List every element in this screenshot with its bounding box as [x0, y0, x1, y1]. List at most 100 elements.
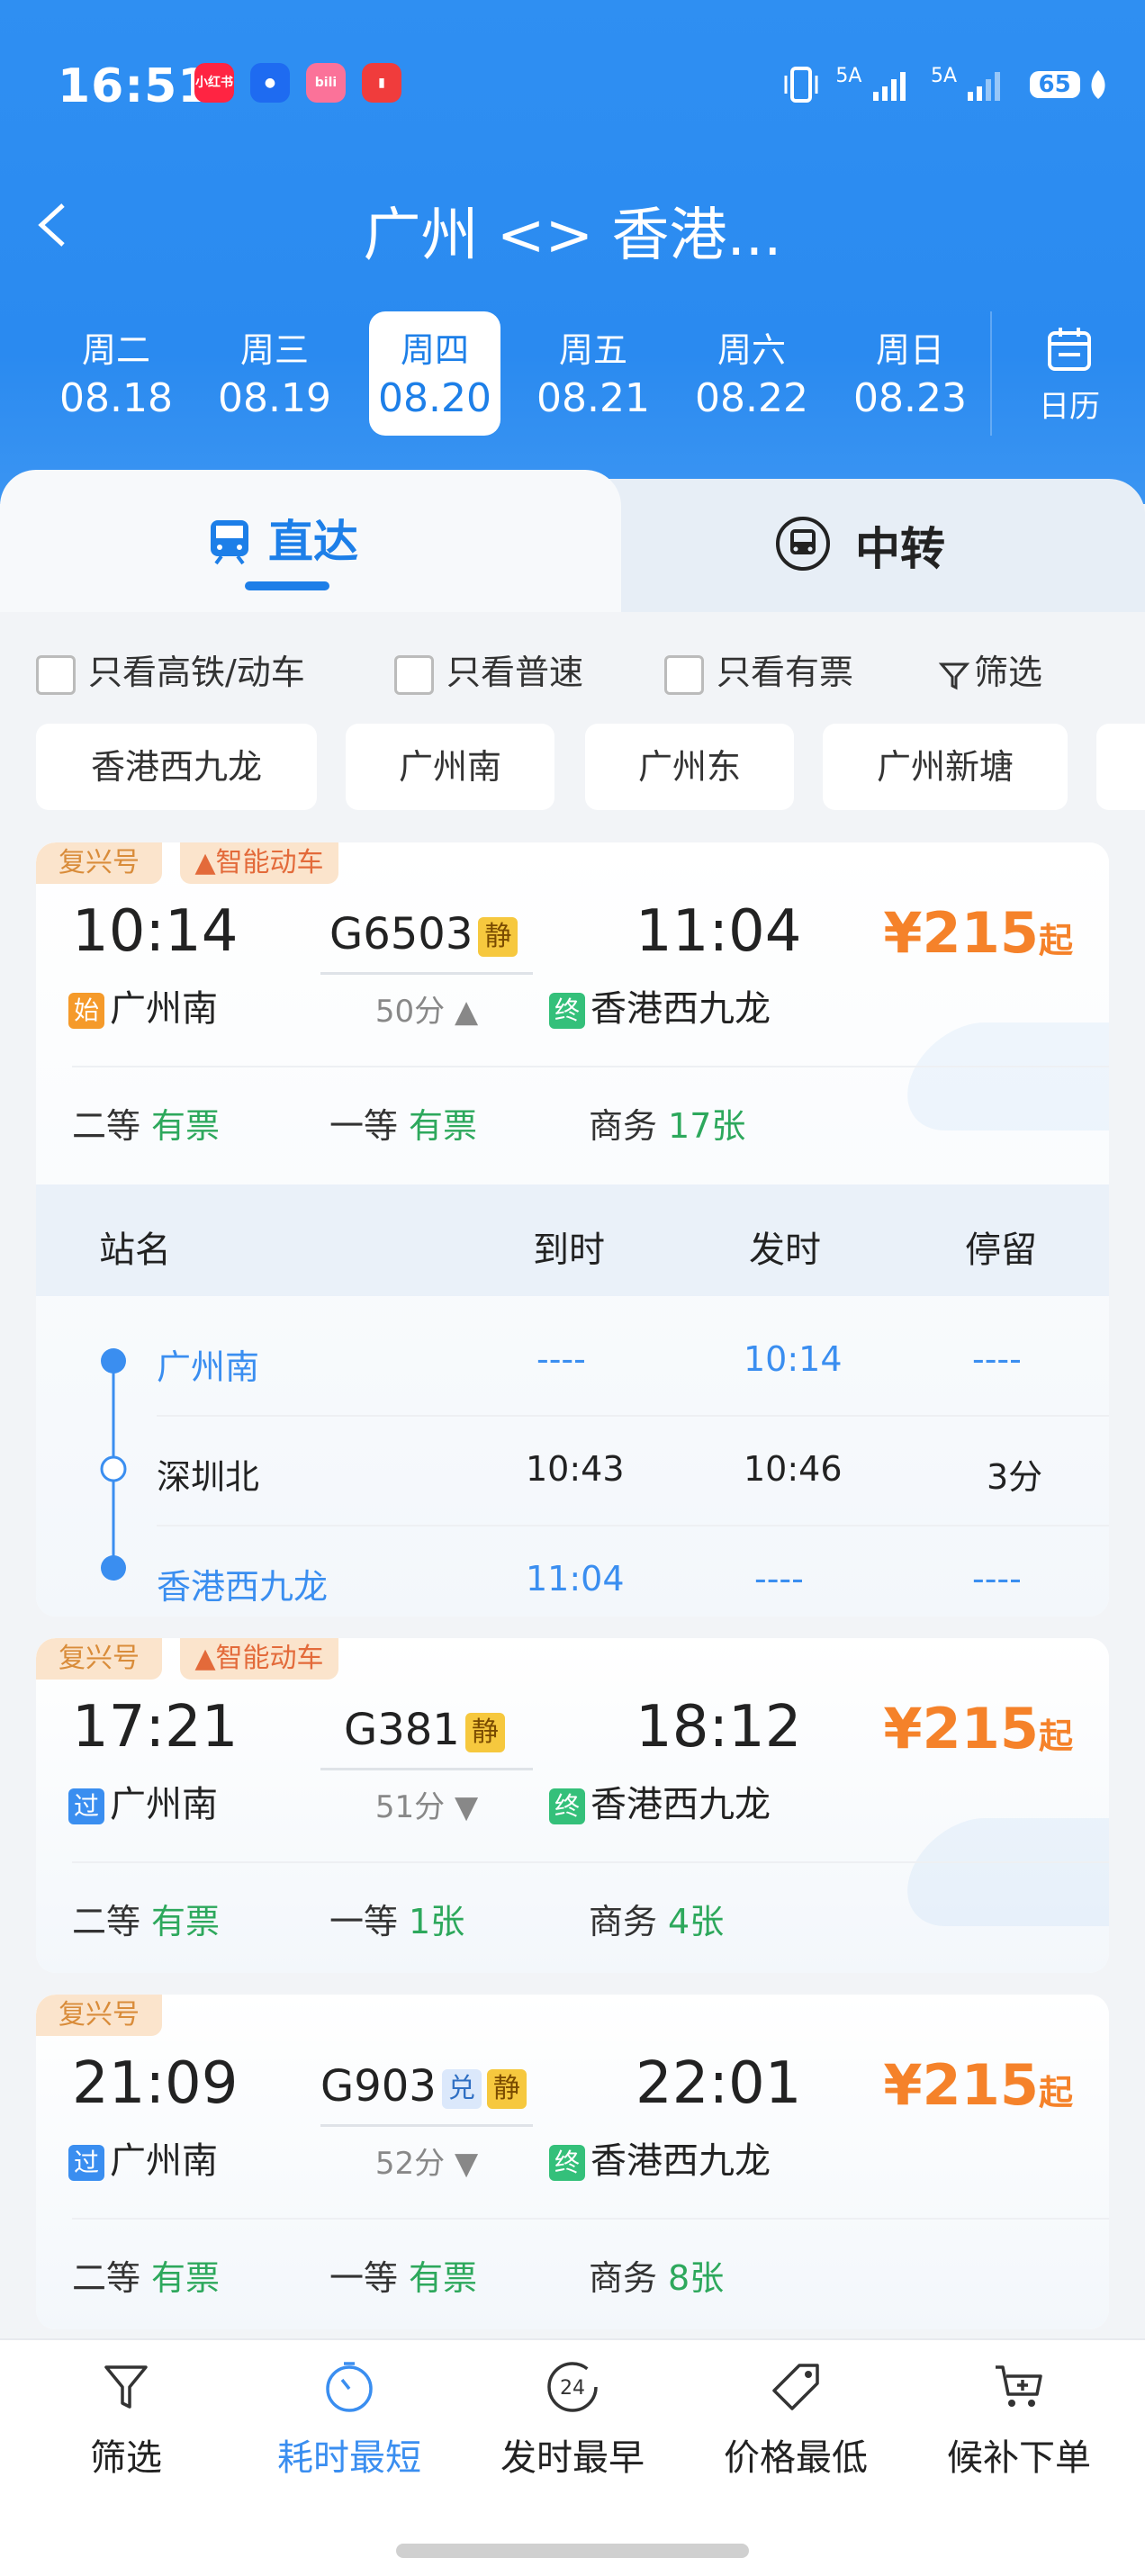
station-chip[interactable]: 广州南	[346, 724, 554, 810]
status-bar: 16:51 小红书 ● bili ▮ 5A 5A 65	[0, 54, 1145, 119]
pass-marker: 过	[68, 2145, 104, 2181]
date-item-selected[interactable]: 周四 08.20	[369, 311, 500, 436]
station-chip-overflow[interactable]	[1096, 724, 1145, 810]
train-number-text: G903	[320, 2061, 437, 2112]
station-chip[interactable]: 广州东	[585, 724, 794, 810]
filter-link[interactable]: 筛选	[938, 644, 1042, 692]
sort-shortest-button[interactable]: 耗时最短	[250, 2358, 448, 2481]
duration-toggle[interactable]: 50分 ▲	[320, 986, 533, 1031]
duration-line	[320, 1768, 533, 1770]
date-day: 08.22	[695, 375, 808, 421]
sort-filter-button[interactable]: 筛选	[27, 2358, 225, 2481]
quiet-badge: 静	[478, 917, 518, 957]
stop-stay: 3分	[987, 1457, 1043, 1497]
station-chip[interactable]: 广州新塘	[823, 724, 1068, 810]
arrival-time: 18:12	[636, 1694, 802, 1761]
status-time: 16:51	[58, 59, 212, 113]
date-day: 08.20	[378, 375, 491, 421]
date-item[interactable]: 周六 08.22	[686, 311, 817, 436]
col-departure: 发时	[749, 1229, 821, 1271]
tab-transfer-label: 中转	[855, 523, 945, 575]
checkbox-available[interactable]: 只看有票	[664, 644, 853, 695]
price-value: ¥215	[883, 1696, 1039, 1761]
bottom-sort-bar: 筛选 耗时最短 24 发时最早 价格最低 候补下单	[0, 2338, 1145, 2576]
train-card[interactable]: 复兴号 ▲智能动车 17:21 G381 静 51分 ▼ 18:12 ¥215起 …	[36, 1638, 1109, 1973]
duration-text: 50分	[374, 994, 446, 1030]
origin-station-name: 广州南	[110, 988, 218, 1030]
train-card[interactable]: 复兴号 ▲智能动车 10:14 G6503 静 50分 ▲ 11:04 ¥215起…	[36, 842, 1109, 1617]
checkbox-box[interactable]	[664, 654, 704, 695]
date-weekday: 周三	[239, 330, 309, 370]
transfer-bus-icon	[776, 517, 830, 571]
seat-business: 商务 8张	[589, 2250, 724, 2300]
filter-icon	[104, 2365, 148, 2409]
date-item[interactable]: 周五 08.21	[527, 311, 659, 436]
stop-stay: ----	[972, 1559, 1022, 1599]
station-chip[interactable]: 香港西九龙	[36, 724, 317, 810]
checkbox-box[interactable]	[394, 654, 434, 695]
tab-direct-label: 直达	[268, 516, 358, 568]
calendar-label: 日历	[1039, 389, 1100, 425]
origin-station: 过广州南	[68, 1775, 218, 1827]
network-type-2: 5A	[930, 65, 958, 87]
destination-station-name: 香港西九龙	[591, 2140, 771, 2182]
checkbox-box[interactable]	[36, 654, 76, 695]
date-item[interactable]: 周日 08.23	[844, 311, 976, 436]
header-bar: 16:51 小红书 ● bili ▮ 5A 5A 65 广州 <> 香港... …	[0, 0, 1145, 504]
destination-station: 终香港西九龙	[549, 2131, 771, 2184]
calendar-button[interactable]: 日历	[990, 311, 1145, 436]
stops-header: 站名 到时 发时 停留	[36, 1184, 1109, 1296]
origin-station-name: 广州南	[110, 2140, 218, 2182]
train-card[interactable]: 复兴号 21:09 G903 兑静 52分 ▼ 22:01 ¥215起 过广州南 …	[36, 1995, 1109, 2329]
seat-class: 商务	[589, 1106, 658, 1146]
origin-station-name: 广州南	[110, 1784, 218, 1825]
seat-class: 商务	[589, 2258, 658, 2298]
seat-availability: 1张	[409, 1902, 465, 1941]
departure-time: 21:09	[72, 2050, 239, 2117]
sort-cheapest-button[interactable]: 价格最低	[697, 2358, 895, 2481]
date-item[interactable]: 周三 08.19	[209, 311, 340, 436]
arrival-time: 11:04	[636, 898, 802, 965]
waitlist-button[interactable]: 候补下单	[920, 2358, 1118, 2481]
tab-transfer[interactable]: 中转	[576, 479, 1145, 614]
train-number-text: G381	[344, 1705, 460, 1755]
tab-direct[interactable]: 直达	[0, 470, 621, 614]
station-chips: 香港西九龙 广州南 广州东 广州新塘	[0, 724, 1145, 814]
seat-second: 二等 有票	[72, 2250, 220, 2300]
date-day: 08.21	[536, 375, 650, 421]
destination-station: 终香港西九龙	[549, 979, 771, 1031]
date-weekday: 周日	[875, 330, 944, 370]
seat-availability: 有票	[151, 1902, 221, 1941]
duration-toggle[interactable]: 51分 ▼	[320, 1782, 533, 1826]
page-title[interactable]: 广州 <> 香港...	[0, 189, 1145, 272]
date-weekday: 周四	[400, 330, 469, 370]
tag-smart-emu-label: 智能动车	[215, 1643, 324, 1674]
destination-station-name: 香港西九龙	[591, 988, 771, 1030]
duration-toggle[interactable]: 52分 ▼	[320, 2139, 533, 2183]
checkbox-normal[interactable]: 只看普速	[394, 644, 583, 695]
date-weekday: 周二	[81, 330, 150, 370]
col-arrival: 到时	[533, 1229, 605, 1271]
leaf-icon	[1091, 70, 1105, 99]
home-indicator[interactable]	[396, 2544, 749, 2558]
checkbox-high-speed[interactable]: 只看高铁/动车	[36, 644, 305, 695]
filter-icon	[938, 662, 970, 689]
seat-first: 一等 有票	[329, 1098, 477, 1148]
origin-station: 始广州南	[68, 979, 218, 1031]
stop-departure: 10:14	[744, 1339, 843, 1379]
checkbox-label: 只看高铁/动车	[88, 653, 305, 692]
date-item[interactable]: 周二 08.18	[50, 311, 182, 436]
svg-text:24: 24	[560, 2377, 585, 2400]
sort-earliest-button[interactable]: 24 发时最早	[473, 2358, 672, 2481]
train-number-text: G6503	[329, 909, 473, 959]
train-icon	[211, 520, 248, 565]
battery-level: 65	[1038, 71, 1071, 98]
reading-app-icon: ▮	[362, 63, 401, 103]
arrival-time: 22:01	[636, 2050, 802, 2117]
stop-departure: 10:46	[744, 1449, 843, 1489]
seat-first: 一等 1张	[329, 1894, 464, 1943]
seat-availability: 有票	[151, 2258, 221, 2298]
stop-name: 香港西九龙	[157, 1567, 329, 1607]
seat-second: 二等 有票	[72, 1894, 220, 1943]
seat-availability: 8张	[668, 2258, 725, 2298]
